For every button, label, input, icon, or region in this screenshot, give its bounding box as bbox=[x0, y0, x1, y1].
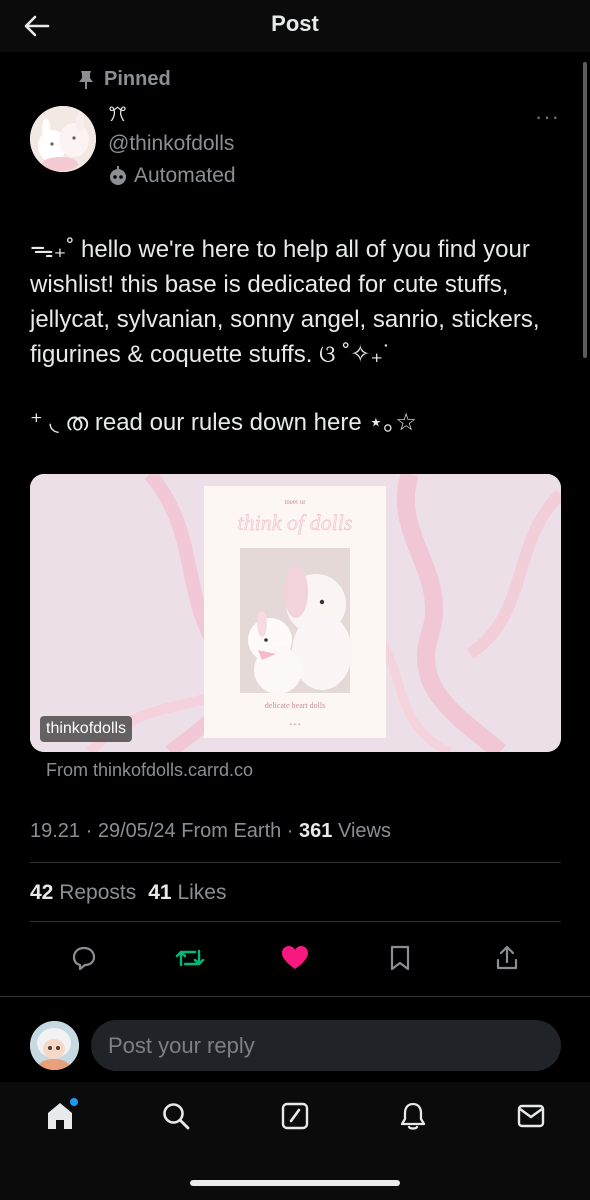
reply-icon bbox=[72, 946, 96, 971]
bookmark-icon bbox=[390, 945, 410, 971]
post-meta: 19.21 · 29/05/24 From Earth · 361 Views bbox=[30, 820, 391, 843]
card-source-link[interactable]: From thinkofdolls.carrd.co bbox=[46, 760, 253, 781]
link-card[interactable]: meet ur think of dolls delicate heart do… bbox=[30, 474, 561, 752]
reposts-stat[interactable]: 42 Reposts bbox=[30, 881, 136, 905]
notifications-icon bbox=[400, 1102, 426, 1130]
pinned-indicator: Pinned bbox=[78, 68, 171, 91]
link-card-image: meet ur think of dolls delicate heart do… bbox=[30, 474, 561, 752]
bookmark-button[interactable] bbox=[380, 938, 420, 978]
card-image-title: think of dolls bbox=[238, 510, 353, 535]
likes-stat[interactable]: 41 Likes bbox=[148, 881, 226, 905]
automated-text: Automated bbox=[134, 164, 236, 187]
top-bar: Post bbox=[0, 0, 590, 52]
card-image-footer: ✦✦✦ bbox=[289, 722, 302, 728]
divider bbox=[30, 862, 561, 863]
messages-icon bbox=[517, 1104, 545, 1128]
automated-label: Automated bbox=[108, 164, 236, 188]
repost-button[interactable] bbox=[170, 938, 210, 978]
card-image-top-text: meet ur bbox=[284, 498, 306, 506]
bot-icon bbox=[110, 166, 126, 185]
scrollbar[interactable] bbox=[583, 62, 587, 358]
share-icon bbox=[496, 945, 518, 970]
like-button[interactable] bbox=[275, 938, 315, 978]
post-stats: 42 Reposts 41 Likes bbox=[30, 881, 226, 905]
author-info: ꔫ @thinkofdolls Automated bbox=[108, 104, 236, 188]
divider bbox=[0, 996, 590, 997]
divider bbox=[30, 921, 561, 922]
share-button[interactable] bbox=[487, 938, 527, 978]
views-label: Views bbox=[332, 820, 391, 842]
home-indicator[interactable] bbox=[190, 1180, 400, 1186]
pinned-label: Pinned bbox=[104, 68, 171, 90]
card-domain-badge: thinkofdolls bbox=[40, 716, 133, 742]
more-options-button[interactable]: ··· bbox=[535, 104, 560, 130]
post-text-paragraph-1: ᯓ₊˚ hello we're here to help all of you … bbox=[30, 236, 540, 368]
reply-button[interactable] bbox=[64, 938, 104, 978]
repost-icon bbox=[175, 949, 205, 967]
action-bar bbox=[30, 938, 561, 978]
post-text: ᯓ₊˚ hello we're here to help all of you … bbox=[30, 232, 570, 440]
likes-label: Likes bbox=[177, 881, 227, 904]
display-name[interactable]: ꔫ bbox=[108, 104, 236, 130]
post-text-paragraph-2: ⁺ ◟ ത read our rules down here ⋆｡☆ bbox=[30, 409, 417, 436]
nav-home[interactable] bbox=[42, 1098, 78, 1134]
pin-icon bbox=[79, 70, 93, 89]
author-avatar[interactable] bbox=[30, 106, 96, 172]
nav-notifications[interactable] bbox=[395, 1098, 431, 1134]
views-count: 361 bbox=[299, 820, 333, 842]
post-timestamp: 19.21 · 29/05/24 From Earth · bbox=[30, 820, 300, 842]
like-icon bbox=[282, 946, 308, 969]
search-icon bbox=[163, 1103, 190, 1130]
user-handle[interactable]: @thinkofdolls bbox=[108, 132, 236, 156]
nav-compose[interactable] bbox=[277, 1098, 313, 1134]
nav-messages[interactable] bbox=[513, 1098, 549, 1134]
nav-search[interactable] bbox=[158, 1098, 194, 1134]
likes-count: 41 bbox=[148, 881, 172, 904]
reposts-count: 42 bbox=[30, 881, 54, 904]
notification-dot bbox=[70, 1098, 78, 1106]
compose-icon bbox=[281, 1102, 309, 1130]
current-user-avatar[interactable] bbox=[30, 1021, 79, 1070]
reply-input[interactable] bbox=[91, 1020, 561, 1071]
page-title: Post bbox=[271, 11, 319, 36]
reposts-label: Reposts bbox=[59, 881, 137, 904]
card-image-caption: delicate heart dolls bbox=[265, 701, 325, 710]
